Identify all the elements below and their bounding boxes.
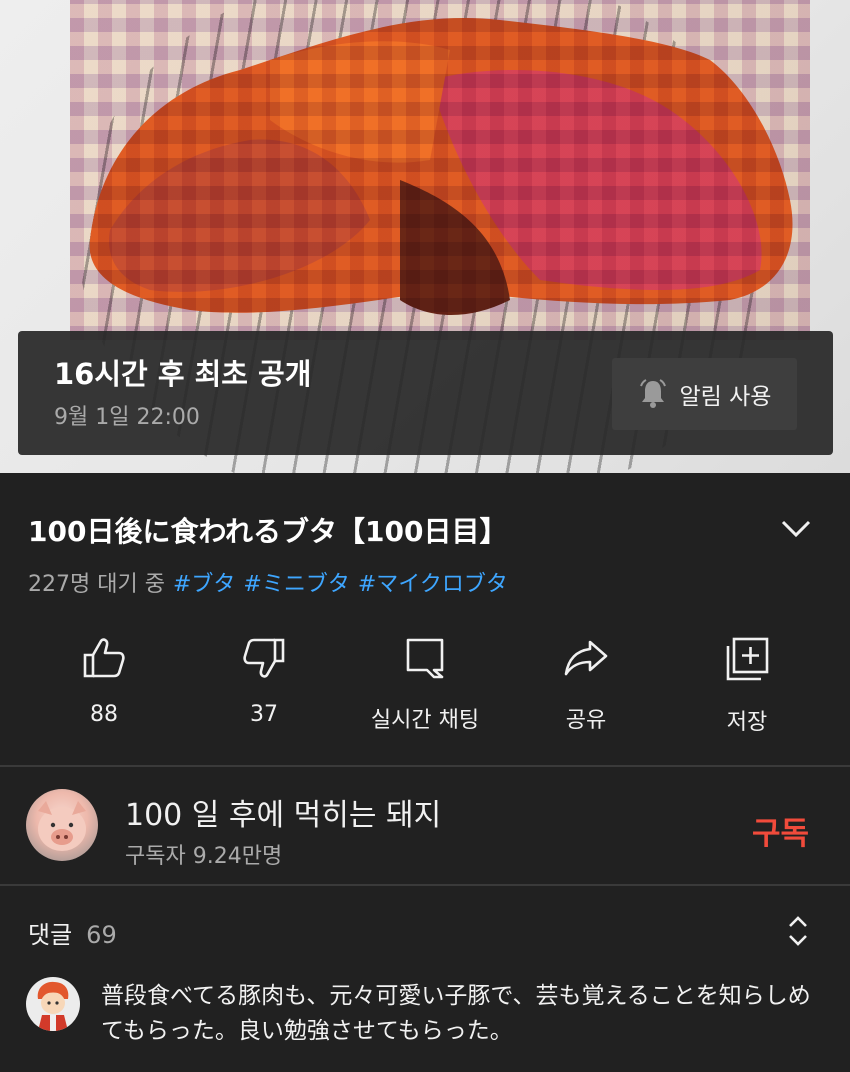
like-count: 88 xyxy=(90,702,118,727)
mosaic-overlay xyxy=(70,0,810,340)
comment-text: 普段食べてる豚肉も、元々可愛い子豚で、芸も覚えることを知らしめてもらった。良い勉… xyxy=(101,983,811,1044)
channel-name[interactable]: 100 일 후에 먹히는 돼지 xyxy=(125,790,441,834)
pig-face-image xyxy=(38,801,86,851)
like-button[interactable]: 88 xyxy=(14,636,194,727)
share-label: 공유 xyxy=(565,708,607,733)
save-label: 저장 xyxy=(726,710,768,735)
expand-collapse-icon[interactable] xyxy=(785,913,811,949)
divider xyxy=(0,765,850,767)
comments-header[interactable]: 댓글 69 xyxy=(28,915,117,950)
divider xyxy=(0,884,850,886)
hashtag-link[interactable]: #ブタ xyxy=(173,572,235,597)
cartoon-character-avatar xyxy=(37,981,69,1031)
premiere-time: 9월 1일 22:00 xyxy=(54,405,200,430)
thumbs-up-icon xyxy=(83,638,125,678)
dislike-count: 37 xyxy=(250,702,278,727)
notify-label: 알림 사용 xyxy=(679,384,772,410)
subscriber-count: 구독자 9.24만명 xyxy=(125,844,283,869)
thumbs-down-icon xyxy=(243,638,285,678)
comments-count: 69 xyxy=(86,921,117,949)
premiere-title: 16시간 후 최초 공개 xyxy=(54,357,312,391)
video-title[interactable]: 100日後に食われるブタ【100日目】 xyxy=(28,510,508,550)
add-to-playlist-icon xyxy=(726,637,769,681)
hashtag-link[interactable]: #マイクロブタ xyxy=(358,572,508,597)
action-bar: 88 37 실시간 채팅 공유 저장 xyxy=(0,636,850,746)
dislike-button[interactable]: 37 xyxy=(174,636,354,727)
hashtag-link[interactable]: #ミニブタ xyxy=(243,572,349,597)
notify-button[interactable]: 알림 사용 xyxy=(612,358,797,430)
commenter-avatar[interactable] xyxy=(26,977,80,1031)
waiting-count: 227명 대기 중 xyxy=(28,572,165,597)
share-icon xyxy=(564,640,608,676)
premiere-banner: 16시간 후 최초 공개 9월 1일 22:00 알림 사용 xyxy=(18,331,833,455)
share-button[interactable]: 공유 xyxy=(496,636,676,734)
subscribe-button[interactable]: 구독 xyxy=(752,808,809,853)
channel-avatar[interactable] xyxy=(26,789,98,861)
video-meta: 227명 대기 중 #ブタ #ミニブタ #マイクロブタ xyxy=(28,566,508,598)
bell-icon xyxy=(639,379,666,408)
video-thumbnail[interactable]: 16시간 후 최초 공개 9월 1일 22:00 알림 사용 xyxy=(0,0,850,473)
live-chat-label: 실시간 채팅 xyxy=(370,708,480,733)
chevron-down-icon[interactable] xyxy=(778,512,814,546)
comments-label: 댓글 xyxy=(28,921,73,949)
chat-icon xyxy=(406,638,444,679)
save-button[interactable]: 저장 xyxy=(657,636,837,736)
live-chat-button[interactable]: 실시간 채팅 xyxy=(335,636,515,734)
